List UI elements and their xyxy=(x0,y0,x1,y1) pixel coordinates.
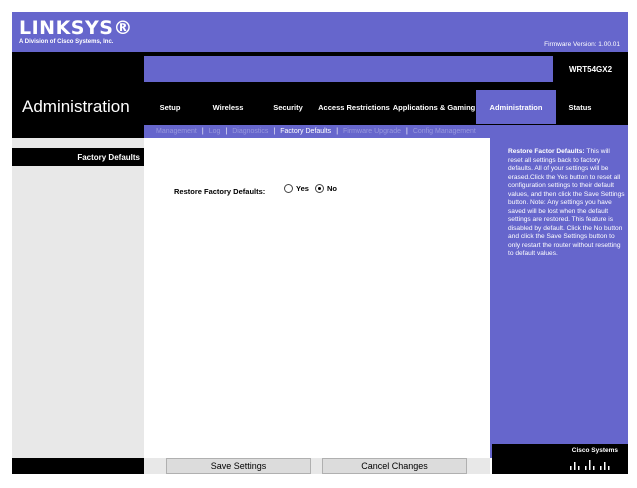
left-column xyxy=(12,138,144,458)
main-tabs: Setup Wireless Security Access Restricti… xyxy=(144,90,628,124)
subnav-separator: | xyxy=(336,128,339,135)
product-bar xyxy=(144,56,553,82)
subnav-separator: | xyxy=(225,128,228,135)
footer: Save Settings Cancel Changes xyxy=(144,458,490,474)
subnav-diagnostics[interactable]: Diagnostics xyxy=(232,128,268,135)
tab-applications-gaming[interactable]: Applications & Gaming xyxy=(392,90,476,124)
navigation-band: Administration WRT54GX2 Setup Wireless S… xyxy=(12,52,628,138)
subnav-config-management[interactable]: Config Management xyxy=(413,128,476,135)
tab-wireless[interactable]: Wireless xyxy=(196,90,260,124)
firmware-version: Firmware Version: 1.00.01 xyxy=(544,41,620,48)
subnav-separator: | xyxy=(273,128,276,135)
restore-no-radio[interactable] xyxy=(314,184,324,193)
model-number: WRT54GX2 xyxy=(568,64,613,74)
tab-setup[interactable]: Setup xyxy=(144,90,196,124)
restore-defaults-label: Restore Factory Defaults: xyxy=(174,187,266,196)
footer-left xyxy=(12,458,144,474)
restore-yes-radio[interactable] xyxy=(284,184,293,193)
tab-access-restrictions[interactable]: Access Restrictions xyxy=(316,90,392,124)
restore-no-label: No xyxy=(326,184,337,193)
tab-status[interactable]: Status xyxy=(556,90,604,124)
save-settings-button[interactable]: Save Settings xyxy=(166,458,311,474)
help-panel: Restore Factor Defaults: This will reset… xyxy=(490,138,628,458)
cisco-bars-icon xyxy=(570,460,610,470)
subnav-management[interactable]: Management xyxy=(156,128,197,135)
subnav: Management | Log | Diagnostics | Factory… xyxy=(144,125,628,138)
tab-security[interactable]: Security xyxy=(260,90,316,124)
help-title: Restore Factor Defaults: xyxy=(508,148,587,155)
logo-subtitle: A Division of Cisco Systems, Inc. xyxy=(19,39,114,45)
router-admin-page: LINKSYS® A Division of Cisco Systems, In… xyxy=(12,12,628,474)
linksys-logo: LINKSYS® xyxy=(19,17,133,39)
page-title: Administration xyxy=(22,97,130,116)
subnav-separator: | xyxy=(201,128,204,135)
tab-administration[interactable]: Administration xyxy=(476,90,556,124)
main-content: Restore Factory Defaults: Yes No xyxy=(144,138,490,458)
section-title: Factory Defaults xyxy=(12,148,144,166)
restore-yes-label: Yes xyxy=(296,184,309,193)
subnav-separator: | xyxy=(405,128,408,135)
cisco-logo-text: Cisco Systems xyxy=(571,447,618,454)
subnav-factory-defaults[interactable]: Factory Defaults xyxy=(280,128,331,135)
help-text-block: Restore Factor Defaults: This will reset… xyxy=(493,148,625,454)
subnav-log[interactable]: Log xyxy=(209,128,221,135)
cisco-logo-area: Cisco Systems xyxy=(492,444,628,474)
header: LINKSYS® A Division of Cisco Systems, In… xyxy=(12,12,628,52)
cancel-changes-button[interactable]: Cancel Changes xyxy=(322,458,467,474)
restore-defaults-radio-group: Yes No xyxy=(284,184,343,193)
subnav-firmware-upgrade[interactable]: Firmware Upgrade xyxy=(343,128,401,135)
help-text: This will reset all settings back to fac… xyxy=(508,148,625,257)
